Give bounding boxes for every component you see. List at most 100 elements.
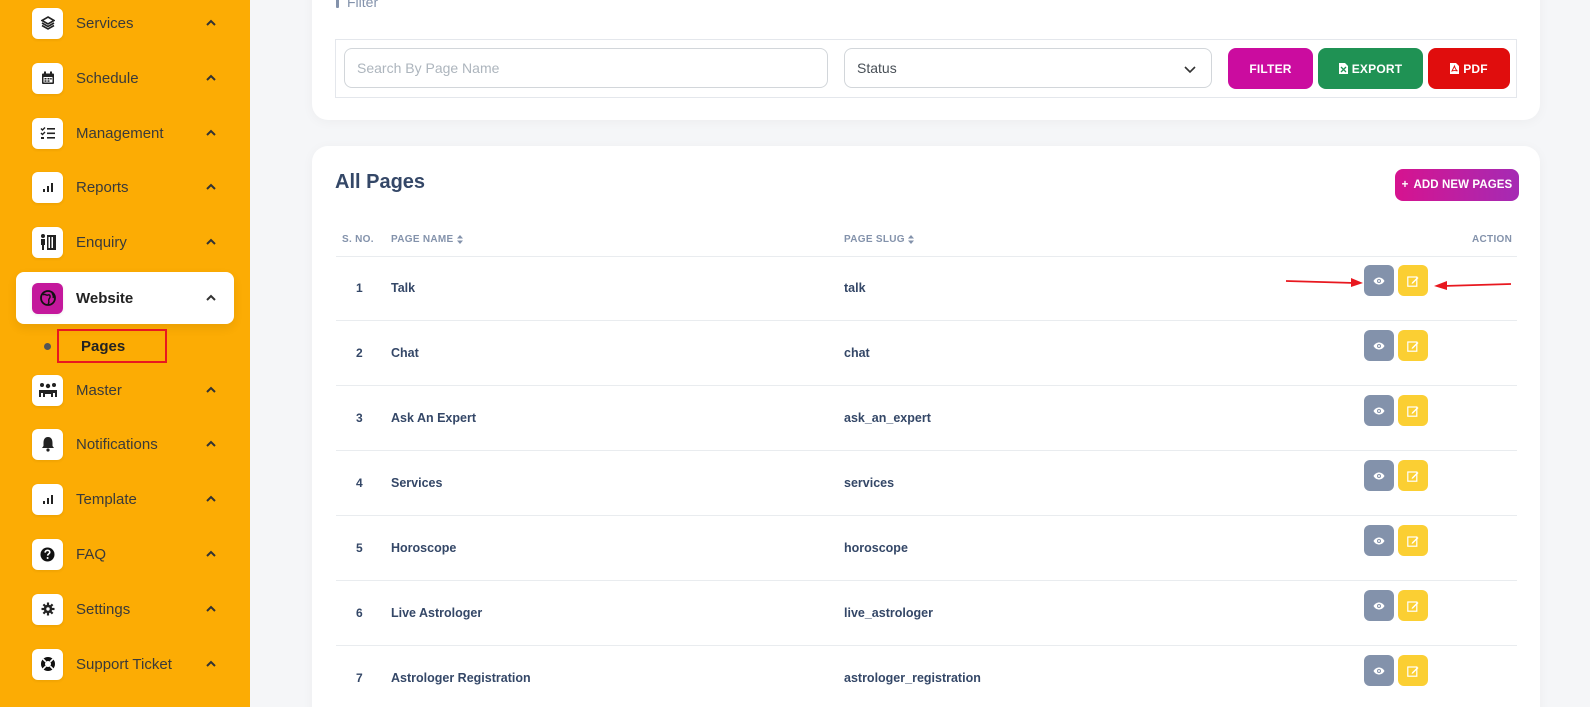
edit-icon bbox=[1407, 405, 1419, 417]
filter-heading: Filter bbox=[336, 0, 378, 10]
view-button[interactable] bbox=[1364, 265, 1394, 296]
excel-file-icon bbox=[1338, 63, 1348, 74]
sidebar: Services Schedule Management Reports Enq… bbox=[0, 0, 250, 707]
eye-icon bbox=[1373, 602, 1385, 609]
row-page-slug: live_astrologer bbox=[844, 606, 933, 620]
table-row: 7 Astrologer Registration astrologer_regis… bbox=[336, 646, 1517, 707]
sidebar-item-notifications[interactable]: Notifications bbox=[16, 418, 234, 470]
row-actions bbox=[1364, 525, 1428, 556]
row-actions bbox=[1364, 590, 1428, 621]
view-button[interactable] bbox=[1364, 525, 1394, 556]
bullet-dot bbox=[44, 342, 51, 350]
edit-icon bbox=[1407, 535, 1419, 547]
edit-button[interactable] bbox=[1398, 655, 1428, 686]
table-row: 4 Services services bbox=[336, 451, 1517, 516]
bar-chart-icon bbox=[32, 171, 63, 203]
eye-icon bbox=[1373, 277, 1385, 284]
eye-icon bbox=[1373, 407, 1385, 414]
bar-chart-icon bbox=[32, 483, 63, 515]
gear-icon bbox=[32, 593, 63, 625]
layers-icon bbox=[32, 7, 63, 39]
view-button[interactable] bbox=[1364, 655, 1394, 686]
sidebar-item-services[interactable]: Services bbox=[16, 0, 234, 49]
view-button[interactable] bbox=[1364, 590, 1394, 621]
row-page-name: Services bbox=[391, 476, 443, 490]
view-button[interactable] bbox=[1364, 395, 1394, 426]
column-header-page-name[interactable]: PAGE NAME bbox=[391, 234, 463, 245]
chevron-up-icon bbox=[206, 19, 216, 26]
chevron-up-icon bbox=[206, 440, 216, 447]
chevron-up-icon bbox=[206, 183, 216, 190]
edit-icon bbox=[1407, 600, 1419, 612]
status-select[interactable]: Status bbox=[844, 48, 1212, 88]
sidebar-item-label: Reports bbox=[76, 178, 129, 196]
eye-icon bbox=[1373, 667, 1385, 674]
website-icon bbox=[32, 282, 63, 314]
sidebar-item-template[interactable]: Template bbox=[16, 473, 234, 525]
view-button[interactable] bbox=[1364, 460, 1394, 491]
add-new-pages-button[interactable]: + ADD NEW PAGES bbox=[1395, 169, 1519, 201]
pdf-button[interactable]: PDF bbox=[1428, 48, 1510, 89]
sidebar-item-faq[interactable]: FAQ bbox=[16, 528, 234, 580]
page-title: All Pages bbox=[335, 171, 426, 193]
chevron-up-icon bbox=[206, 605, 216, 612]
edit-button[interactable] bbox=[1398, 395, 1428, 426]
row-page-slug: astrologer_registration bbox=[844, 671, 981, 685]
sidebar-item-label: Notifications bbox=[76, 435, 158, 453]
edit-button[interactable] bbox=[1398, 525, 1428, 556]
edit-icon bbox=[1407, 470, 1419, 482]
sidebar-item-website[interactable]: Website bbox=[16, 272, 234, 324]
eye-icon bbox=[1373, 472, 1385, 479]
table-row: 6 Live Astrologer live_astrologer bbox=[336, 581, 1517, 646]
sidebar-item-label: Management bbox=[76, 124, 164, 142]
sidebar-item-support-ticket[interactable]: Support Ticket bbox=[16, 638, 234, 690]
filter-button[interactable]: FILTER bbox=[1228, 48, 1313, 89]
plus-icon: + bbox=[1401, 179, 1409, 191]
chevron-up-icon bbox=[206, 550, 216, 557]
row-actions bbox=[1364, 460, 1428, 491]
row-page-name: Ask An Expert bbox=[391, 411, 476, 425]
filter-icon bbox=[336, 0, 339, 8]
add-new-pages-label: ADD NEW PAGES bbox=[1413, 179, 1513, 191]
row-page-slug: talk bbox=[844, 281, 866, 295]
annotation-arrow-left bbox=[1434, 281, 1512, 290]
sidebar-item-master[interactable]: Master bbox=[16, 364, 234, 416]
pdf-button-label: PDF bbox=[1463, 61, 1488, 76]
edit-icon bbox=[1407, 665, 1419, 677]
row-sno: 2 bbox=[356, 346, 363, 360]
chevron-up-icon bbox=[206, 74, 216, 81]
row-page-name: Astrologer Registration bbox=[391, 671, 531, 685]
row-page-slug: ask_an_expert bbox=[844, 411, 931, 425]
edit-button[interactable] bbox=[1398, 460, 1428, 491]
row-actions bbox=[1364, 655, 1428, 686]
sidebar-item-label: Services bbox=[76, 14, 134, 32]
row-page-name: Chat bbox=[391, 346, 419, 360]
row-page-slug: services bbox=[844, 476, 895, 490]
row-actions bbox=[1364, 330, 1428, 361]
sort-icon bbox=[456, 235, 463, 244]
sidebar-item-label: Template bbox=[76, 490, 137, 508]
row-actions bbox=[1364, 265, 1428, 296]
edit-button[interactable] bbox=[1398, 590, 1428, 621]
filter-button-label: FILTER bbox=[1249, 61, 1292, 76]
row-sno: 3 bbox=[356, 411, 363, 425]
sidebar-item-schedule[interactable]: Schedule bbox=[16, 52, 234, 104]
column-header-page-slug[interactable]: PAGE SLUG bbox=[844, 234, 914, 245]
filter-title: Filter bbox=[347, 0, 379, 10]
edit-icon bbox=[1407, 275, 1419, 287]
sidebar-item-label: Enquiry bbox=[76, 233, 127, 251]
edit-button[interactable] bbox=[1398, 265, 1428, 296]
sidebar-item-label: FAQ bbox=[76, 545, 107, 563]
sidebar-item-settings[interactable]: Settings bbox=[16, 583, 234, 635]
sidebar-item-enquiry[interactable]: Enquiry bbox=[16, 216, 234, 268]
row-sno: 7 bbox=[356, 671, 363, 685]
view-button[interactable] bbox=[1364, 330, 1394, 361]
bell-icon bbox=[32, 428, 63, 460]
sidebar-item-reports[interactable]: Reports bbox=[16, 161, 234, 213]
sidebar-subitem-pages[interactable]: Pages bbox=[44, 329, 167, 363]
edit-button[interactable] bbox=[1398, 330, 1428, 361]
sidebar-item-management[interactable]: Management bbox=[16, 107, 234, 159]
search-input[interactable] bbox=[344, 48, 828, 88]
export-button[interactable]: EXPORT bbox=[1318, 48, 1423, 89]
sidebar-item-label: Master bbox=[76, 381, 122, 399]
